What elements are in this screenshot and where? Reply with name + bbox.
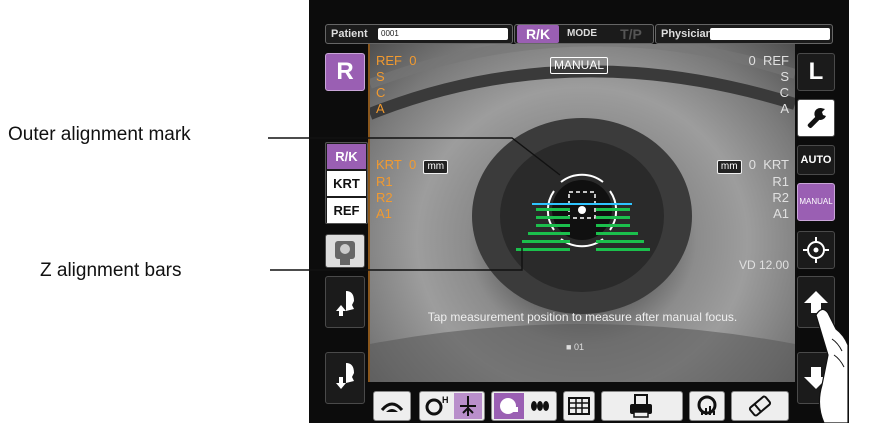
eyelid-icon xyxy=(380,402,404,412)
mode-krt-button[interactable]: KRT xyxy=(327,171,366,196)
table-icon xyxy=(568,397,590,415)
counter-value: 01 xyxy=(573,342,584,352)
focus-h-icon: H xyxy=(425,395,449,416)
physician-input[interactable] xyxy=(710,28,830,40)
clear-button[interactable] xyxy=(731,391,789,421)
patient-eye-button[interactable] xyxy=(325,234,365,268)
pupil-large-icon xyxy=(500,398,518,414)
left-krt-block: KRT 0 mm R1 R2 A1 xyxy=(376,157,449,222)
focus-group: H xyxy=(419,391,485,421)
left-krt-a1: A1 xyxy=(376,206,392,221)
physician-field[interactable]: Physician xyxy=(655,24,833,44)
right-krt-value: 0 xyxy=(748,157,756,172)
mode-ref-button[interactable]: REF xyxy=(327,198,366,223)
right-ref-value: 0 xyxy=(748,53,756,68)
left-ref-c: C xyxy=(376,85,386,100)
manual-mode-button[interactable]: MANUAL xyxy=(797,183,835,221)
target-button[interactable] xyxy=(797,231,835,269)
eyelid-button[interactable] xyxy=(373,391,411,421)
svg-text:H: H xyxy=(442,395,449,405)
left-krt-value: 0 xyxy=(409,157,417,172)
left-ref-a: A xyxy=(376,101,385,116)
left-eye-button[interactable]: L xyxy=(797,53,835,91)
left-krt-header: KRT xyxy=(376,157,402,172)
chinrest-up-icon xyxy=(336,291,354,316)
patient-input[interactable]: 0001 xyxy=(378,28,508,40)
eraser-icon xyxy=(748,395,772,417)
data-table-button[interactable] xyxy=(563,391,595,421)
mode-rk-side-button[interactable]: R/K xyxy=(327,144,366,169)
meter-icon xyxy=(697,395,717,415)
vertex-distance: VD 12.00 xyxy=(738,258,789,272)
pupil-large-button[interactable] xyxy=(494,393,524,419)
left-krt-r1: R1 xyxy=(376,174,393,189)
patient-label: Patient xyxy=(331,28,368,40)
measure-mode-group: R/K KRT REF xyxy=(325,142,368,224)
hand-pointer-icon xyxy=(815,308,849,423)
print-icon xyxy=(630,394,652,418)
focus-v-icon xyxy=(460,396,476,416)
right-eye-button[interactable]: R xyxy=(325,53,365,91)
mode-tp-button[interactable]: T/P xyxy=(611,25,651,43)
instruction-text: Tap measurement position to measure afte… xyxy=(427,310,738,324)
right-ref-a: A xyxy=(780,101,789,116)
meter-button[interactable] xyxy=(689,391,725,421)
chinrest-down-icon xyxy=(336,363,354,389)
focus-h-button[interactable]: H xyxy=(422,393,452,419)
right-mm-unit[interactable]: mm xyxy=(716,160,742,174)
manual-badge: MANUAL xyxy=(550,57,609,74)
right-ref-header: REF xyxy=(763,53,789,68)
outer-alignment-callout: Outer alignment mark xyxy=(8,124,191,145)
focus-v-button[interactable] xyxy=(454,393,482,419)
measurement-counter: ■ 01 xyxy=(566,342,584,352)
pupil-group xyxy=(491,391,557,421)
mode-label: MODE xyxy=(567,28,597,39)
right-krt-header: KRT xyxy=(763,157,789,172)
right-krt-r1: R1 xyxy=(772,174,789,189)
patient-eye-icon xyxy=(335,241,355,265)
pupil-small-button[interactable] xyxy=(526,393,554,419)
wrench-icon xyxy=(807,107,826,128)
mode-rk-button[interactable]: R/K xyxy=(517,25,559,43)
right-ref-c: C xyxy=(779,85,789,100)
left-krt-r2: R2 xyxy=(376,190,393,205)
physician-label: Physician xyxy=(661,28,713,40)
auto-mode-button[interactable]: AUTO xyxy=(797,145,835,175)
left-mm-unit[interactable]: mm xyxy=(423,160,449,174)
crosshair-icon xyxy=(803,237,829,263)
right-ref-s: S xyxy=(780,69,789,84)
patient-field[interactable]: Patient 0001 xyxy=(325,24,513,44)
right-ref-block: 0 REF S C A xyxy=(749,53,789,117)
z-alignment-callout: Z alignment bars xyxy=(40,260,182,281)
mode-selector: R/K MODE T/P xyxy=(514,24,654,44)
pupil-small-icon xyxy=(531,401,549,411)
print-button[interactable] xyxy=(601,391,683,421)
left-ref-header: REF xyxy=(376,53,402,68)
z-alignment-bars-left xyxy=(516,208,570,251)
left-ref-block: REF 0 S C A xyxy=(376,53,416,117)
patient-id-value: 0001 xyxy=(381,29,399,38)
settings-button[interactable] xyxy=(797,99,835,137)
chinrest-down-button[interactable] xyxy=(325,352,365,404)
chinrest-up-button[interactable] xyxy=(325,276,365,328)
right-krt-block: mm 0 KRT R1 R2 A1 xyxy=(716,157,789,222)
z-alignment-bars-right xyxy=(596,208,650,251)
alignment-center-dot xyxy=(578,206,586,214)
counter-icon: ■ xyxy=(566,342,572,352)
right-krt-r2: R2 xyxy=(772,190,789,205)
left-ref-s: S xyxy=(376,69,385,84)
device-screen: Patient 0001 R/K MODE T/P Physician R R/… xyxy=(309,0,849,423)
camera-view[interactable]: MANUAL REF 0 S C A 0 REF S C A KRT 0 mm … xyxy=(370,44,795,382)
right-krt-a1: A1 xyxy=(773,206,789,221)
left-ref-value: 0 xyxy=(409,53,417,68)
